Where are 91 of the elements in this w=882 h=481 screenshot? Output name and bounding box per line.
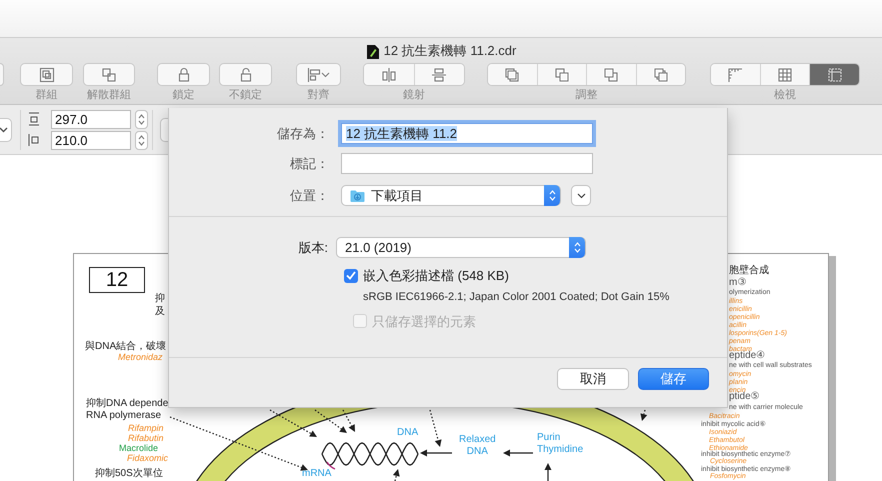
stacked-squares-icon bbox=[652, 66, 669, 82]
version-popup[interactable]: 21.0 (2019) bbox=[336, 237, 586, 258]
field-label: 位置： bbox=[289, 186, 330, 205]
toolbar-button[interactable] bbox=[297, 64, 340, 85]
dotted-arrow bbox=[640, 410, 648, 421]
mirror-vertical-icon bbox=[431, 66, 448, 82]
checkbox[interactable] bbox=[344, 268, 358, 283]
diagram-label: 與DNA結合，破壞 bbox=[85, 342, 166, 352]
segmented-control[interactable] bbox=[710, 63, 860, 86]
toolbar-label: 調整 bbox=[574, 88, 598, 102]
expand-button[interactable] bbox=[571, 185, 591, 206]
toolbar-button[interactable] bbox=[809, 64, 859, 85]
page-number: 12 bbox=[89, 267, 145, 293]
diagram-label: mRNA bbox=[302, 468, 332, 480]
toolbar-label: 不鎖定 bbox=[228, 88, 263, 102]
toolbar-button[interactable] bbox=[21, 64, 72, 85]
group-icon bbox=[38, 66, 54, 82]
page-height-icon bbox=[28, 112, 40, 126]
diagram-label: Purin Thymidine bbox=[537, 432, 584, 456]
document-icon bbox=[366, 44, 380, 60]
dialog-button[interactable]: 取消 bbox=[557, 368, 629, 390]
toolbar-button[interactable] bbox=[158, 64, 209, 85]
stacked-squares-icon bbox=[603, 66, 620, 82]
lock-icon bbox=[178, 67, 190, 82]
stepper-arrows-icon bbox=[138, 134, 145, 146]
arrow bbox=[503, 450, 533, 456]
diagram-label: Macrolide bbox=[119, 444, 158, 452]
checkbox-label: 只儲存選擇的元素 bbox=[372, 312, 476, 330]
chevron-down-icon bbox=[576, 192, 586, 198]
page-width-icon bbox=[28, 133, 40, 147]
location-popup[interactable]: 下載項目 bbox=[341, 185, 561, 206]
diagram-label: Relaxed DNA bbox=[459, 434, 496, 458]
number-field[interactable]: 210.0 bbox=[51, 130, 131, 150]
chevron-down-icon bbox=[321, 72, 330, 78]
diagram-label: m③ bbox=[729, 278, 746, 288]
diagram-label: 抑制DNA depende bbox=[86, 399, 168, 409]
stacked-squares-icon bbox=[504, 66, 520, 82]
guides-icon bbox=[826, 66, 843, 82]
diagram-label: 胞壁合成 bbox=[729, 266, 769, 276]
ungroup-icon bbox=[101, 66, 117, 82]
diagram-label: ptide⑤ bbox=[729, 392, 760, 402]
diagram-label: 及 bbox=[155, 307, 165, 317]
diagram-label: RNA polymerase bbox=[86, 411, 162, 421]
number-field[interactable]: 297.0 bbox=[51, 110, 131, 128]
stepper[interactable] bbox=[135, 130, 148, 150]
stepper-arrows-icon bbox=[138, 112, 145, 126]
stepper[interactable] bbox=[135, 110, 148, 128]
diagram-label: Rifampin bbox=[128, 424, 164, 432]
diagram-label: eptide④ bbox=[729, 351, 766, 361]
stacked-squares-icon bbox=[554, 66, 570, 82]
toolbar-button[interactable] bbox=[84, 64, 134, 85]
dialog-button[interactable]: 儲存 bbox=[638, 368, 709, 390]
text-field[interactable]: 12 抗生素機轉 11.2 bbox=[341, 123, 593, 144]
stepper-arrows-icon bbox=[548, 189, 556, 202]
chevron-down-icon bbox=[0, 126, 8, 132]
toolbar-label: 檢視 bbox=[773, 88, 797, 102]
profile-detail: sRGB IEC61966-2.1; Japan Color 2001 Coated; Dot Gain 15% bbox=[363, 290, 670, 304]
diagram-label: Rifabutin bbox=[128, 434, 164, 442]
diagram-label: DNA bbox=[397, 427, 418, 439]
diagram-label: Metronidaz bbox=[118, 352, 163, 362]
diagram-label: Fidaxomic bbox=[127, 454, 168, 462]
folder-icon bbox=[350, 189, 365, 202]
unlock-icon bbox=[240, 67, 252, 82]
segmented-control[interactable] bbox=[363, 63, 465, 86]
mrna-strand bbox=[326, 462, 336, 470]
field-label: 儲存為： bbox=[276, 124, 330, 143]
window-title: 12 抗生素機轉 11.2.cdr bbox=[384, 42, 516, 60]
toolbar-label: 解散群組 bbox=[86, 88, 132, 102]
mirror-horizontal-icon bbox=[380, 66, 397, 82]
toolbar-button[interactable] bbox=[414, 64, 464, 85]
align-left-icon bbox=[307, 66, 321, 82]
arrow bbox=[420, 450, 452, 456]
diagram-label: 抑 bbox=[155, 294, 165, 304]
toolbar-button[interactable] bbox=[636, 64, 685, 85]
arrow bbox=[544, 463, 552, 481]
dotted-arrow bbox=[429, 410, 442, 447]
stepper-arrows-icon bbox=[574, 241, 580, 254]
segmented-control[interactable] bbox=[487, 63, 686, 86]
diagram-label: 抑制50S次單位 bbox=[95, 469, 163, 479]
toolbar-label: 群組 bbox=[34, 88, 58, 102]
toolbar-label: 對齊 bbox=[306, 88, 330, 102]
field-label: 版本: bbox=[297, 238, 329, 257]
grid-icon bbox=[777, 66, 793, 82]
text-field[interactable] bbox=[341, 153, 593, 174]
ruler-icon bbox=[727, 66, 744, 82]
checkbox-label: 嵌入色彩描述檔 (548 KB) bbox=[363, 267, 509, 285]
toolbar-label: 鏡射 bbox=[402, 88, 426, 102]
field-label: 標記： bbox=[289, 154, 330, 173]
toolbar-button[interactable] bbox=[220, 64, 271, 85]
toolbar-label: 鎖定 bbox=[172, 88, 196, 102]
dotted-arrow bbox=[392, 469, 400, 481]
